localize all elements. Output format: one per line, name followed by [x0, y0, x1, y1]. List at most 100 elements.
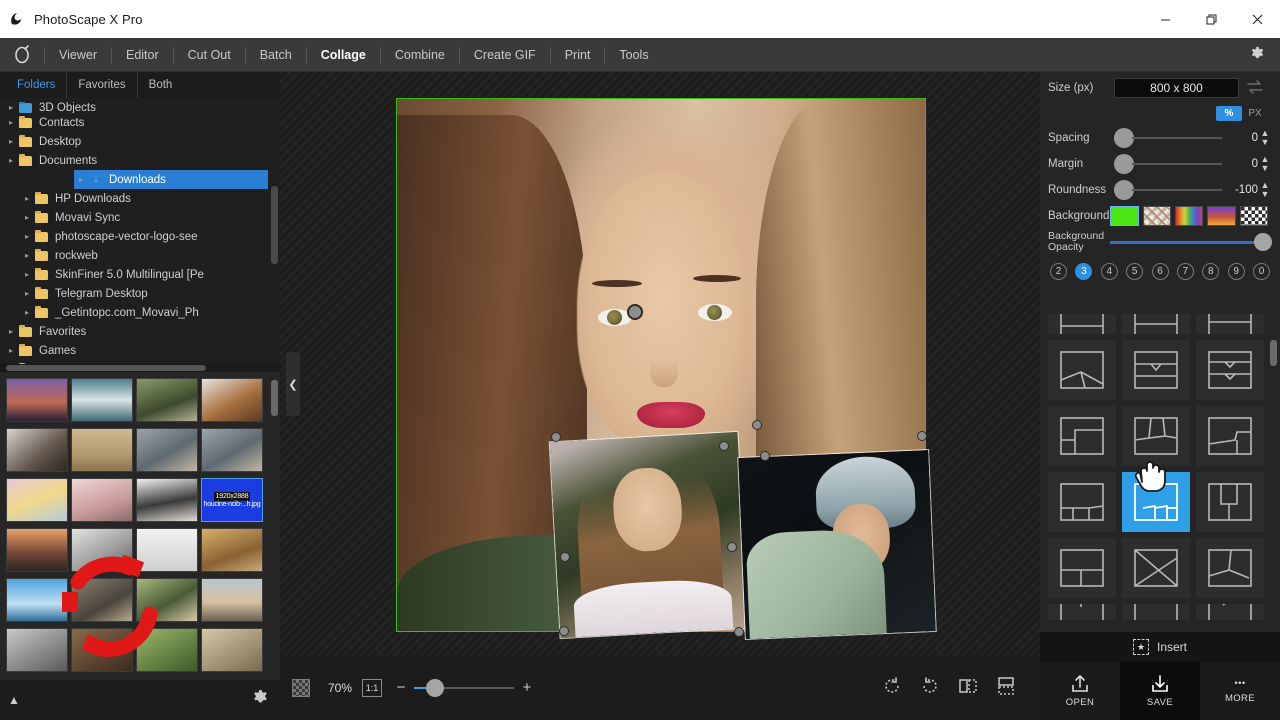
- rotate-right-icon[interactable]: [920, 676, 940, 699]
- margin-slider-knob[interactable]: [1114, 154, 1134, 174]
- menu-item-collage[interactable]: Collage: [307, 38, 380, 72]
- spacing-stepper[interactable]: ▲▼: [1258, 129, 1272, 147]
- spacing-slider-track[interactable]: [1132, 137, 1222, 139]
- menu-item-batch[interactable]: Batch: [246, 38, 306, 72]
- layout-template[interactable]: [1048, 538, 1116, 598]
- page-count-9[interactable]: 9: [1228, 263, 1245, 280]
- thumbnail-item[interactable]: [136, 428, 198, 472]
- thumbnail-item[interactable]: [71, 578, 133, 622]
- layout-template[interactable]: [1196, 538, 1264, 598]
- tree-item-downloads[interactable]: ▸ Downloads: [74, 170, 268, 189]
- menu-item-editor[interactable]: Editor: [112, 38, 173, 72]
- layout-template[interactable]: [1196, 340, 1264, 400]
- menu-item-create-gif[interactable]: Create GIF: [460, 38, 550, 72]
- roundness-stepper[interactable]: ▲▼: [1258, 181, 1272, 199]
- chevron-up-icon[interactable]: ▲: [0, 693, 28, 707]
- close-button[interactable]: [1234, 0, 1280, 38]
- settings-gear-icon[interactable]: [1234, 38, 1280, 72]
- thumbnails-scrollbar[interactable]: [271, 380, 278, 416]
- template-list-scrollbar[interactable]: [1270, 340, 1277, 366]
- tab-folders[interactable]: Folders: [6, 72, 66, 98]
- menu-item-cut-out[interactable]: Cut Out: [174, 38, 245, 72]
- background-swatch-rainbow-gradient[interactable]: [1175, 206, 1203, 226]
- thumbnail-browser[interactable]: 1920x2888 houcine-ncib-...h.jpg: [0, 372, 280, 720]
- resize-handle[interactable]: [752, 420, 762, 430]
- collage-canvas-area[interactable]: [280, 72, 1040, 720]
- thumbnail-item[interactable]: [6, 578, 68, 622]
- page-count-3[interactable]: 3: [1075, 263, 1092, 280]
- thumbnail-item[interactable]: [71, 378, 133, 422]
- resize-handle[interactable]: [917, 431, 927, 441]
- save-button[interactable]: SAVE: [1120, 662, 1200, 720]
- browser-settings-gear-icon[interactable]: [251, 689, 270, 711]
- insert-bar[interactable]: ★ Insert: [1040, 632, 1280, 662]
- flip-horizontal-icon[interactable]: [958, 676, 978, 699]
- roundness-slider-knob[interactable]: [1114, 180, 1134, 200]
- tree-item-movavi-sync[interactable]: ▸ Movavi Sync: [0, 208, 280, 227]
- thumbnail-item[interactable]: [201, 378, 263, 422]
- tree-item-telegram-desktop[interactable]: ▸ Telegram Desktop: [0, 284, 280, 303]
- page-count-2[interactable]: 2: [1050, 263, 1067, 280]
- resize-handle[interactable]: [551, 432, 561, 442]
- page-count-7[interactable]: 7: [1177, 263, 1194, 280]
- tree-item-skinfiner[interactable]: ▸ SkinFiner 5.0 Multilingual [Pe: [0, 265, 280, 284]
- photo-move-handle[interactable]: [627, 304, 643, 320]
- thumbnail-item[interactable]: [201, 628, 263, 672]
- thumbnail-item[interactable]: [6, 378, 68, 422]
- zoom-slider-track[interactable]: [414, 687, 514, 689]
- thumbnail-item[interactable]: [136, 478, 198, 522]
- thumbnail-item[interactable]: [136, 578, 198, 622]
- resize-handle[interactable]: [719, 441, 729, 451]
- layout-template[interactable]: [1122, 314, 1190, 334]
- background-swatch-sunset-gradient[interactable]: [1207, 206, 1235, 226]
- background-opacity-knob[interactable]: [1254, 233, 1272, 251]
- home-logo-icon[interactable]: [0, 38, 44, 72]
- tree-item-hp-downloads[interactable]: ▸ HP Downloads: [0, 189, 280, 208]
- layout-template[interactable]: [1048, 314, 1116, 334]
- resize-handle[interactable]: [734, 627, 744, 637]
- collage-photo-b[interactable]: [550, 432, 749, 638]
- page-count-6[interactable]: 6: [1152, 263, 1169, 280]
- zoom-slider[interactable]: − +: [394, 679, 534, 696]
- tree-horizontal-scrollbar[interactable]: [0, 364, 280, 372]
- layout-template[interactable]: [1048, 340, 1116, 400]
- zoom-in-button[interactable]: +: [520, 679, 534, 696]
- swap-arrows-icon[interactable]: [1247, 80, 1263, 97]
- menu-item-print[interactable]: Print: [551, 38, 605, 72]
- layout-template[interactable]: [1196, 472, 1264, 532]
- layout-template[interactable]: [1196, 604, 1264, 620]
- tree-vertical-scrollbar[interactable]: [271, 186, 278, 264]
- page-count-5[interactable]: 5: [1126, 263, 1143, 280]
- left-panel-collapse-handle[interactable]: ❮: [286, 352, 300, 416]
- thumbnail-item[interactable]: [136, 628, 198, 672]
- zoom-slider-knob[interactable]: [426, 679, 444, 697]
- thumbnail-item[interactable]: [136, 528, 198, 572]
- tree-item-documents[interactable]: ▸ Documents: [0, 151, 280, 170]
- zoom-out-button[interactable]: −: [394, 679, 408, 696]
- layout-template[interactable]: [1048, 472, 1116, 532]
- size-input[interactable]: 800 x 800: [1114, 78, 1239, 98]
- page-count-8[interactable]: 8: [1202, 263, 1219, 280]
- background-swatch-transparent-checker[interactable]: [1240, 206, 1268, 226]
- checkerboard-icon[interactable]: [292, 679, 310, 697]
- tree-item-games[interactable]: ▸ Games: [0, 341, 280, 360]
- thumbnail-item[interactable]: [71, 628, 133, 672]
- collage-photo-c[interactable]: [738, 450, 935, 639]
- thumbnail-item-selected[interactable]: 1920x2888 houcine-ncib-...h.jpg: [201, 478, 263, 522]
- page-count-4[interactable]: 4: [1101, 263, 1118, 280]
- margin-stepper[interactable]: ▲▼: [1258, 155, 1272, 173]
- more-button[interactable]: ••• MORE: [1200, 662, 1280, 720]
- spacing-slider-knob[interactable]: [1114, 128, 1134, 148]
- collage-artboard[interactable]: [397, 99, 925, 631]
- resize-handle[interactable]: [560, 552, 570, 562]
- folder-tree[interactable]: ▸ 3D Objects ▸ Contacts ▸ Desktop ▸ Docu…: [0, 98, 280, 372]
- thumbnail-item[interactable]: [71, 478, 133, 522]
- menu-item-tools[interactable]: Tools: [605, 38, 662, 72]
- layout-template[interactable]: [1196, 406, 1264, 466]
- tree-item-3d-objects[interactable]: ▸ 3D Objects: [0, 102, 280, 113]
- unit-px-button[interactable]: PX: [1242, 106, 1268, 121]
- layout-template[interactable]: [1196, 314, 1264, 334]
- rotate-left-icon[interactable]: [882, 676, 902, 699]
- roundness-slider-track[interactable]: [1132, 189, 1222, 191]
- resize-handle[interactable]: [559, 626, 569, 636]
